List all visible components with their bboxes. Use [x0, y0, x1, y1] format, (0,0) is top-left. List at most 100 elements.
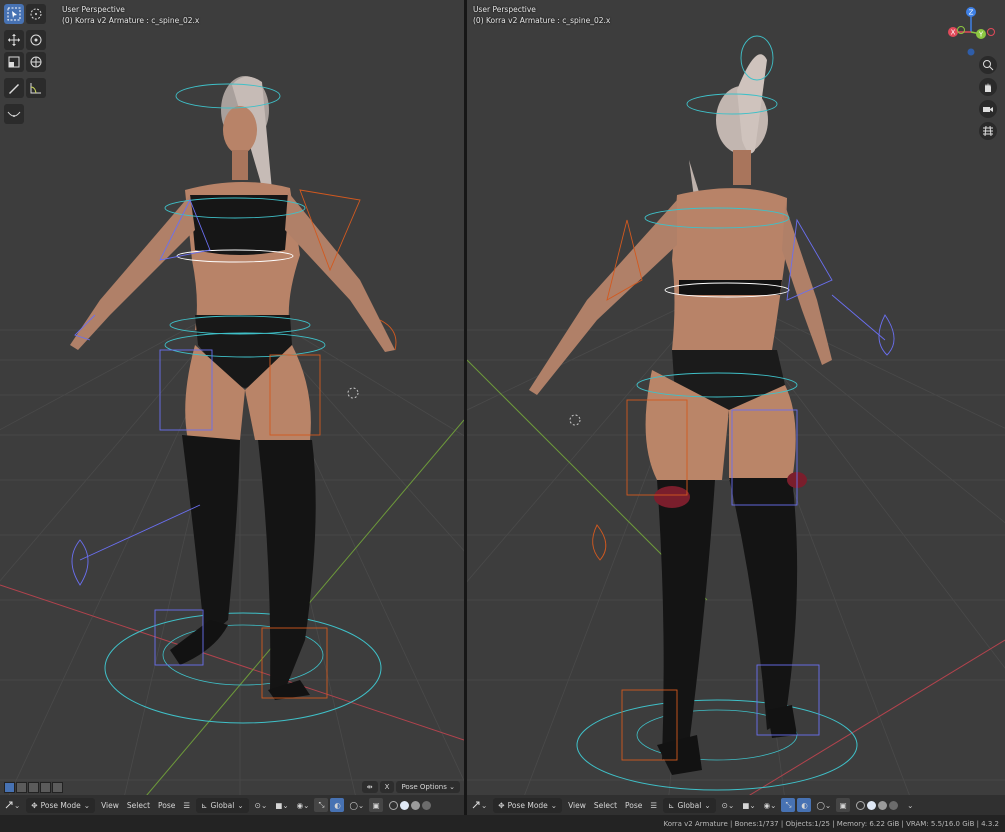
move-tool[interactable]: [4, 30, 24, 50]
chevron-down-icon: ⌄: [550, 800, 558, 810]
chevron-down-icon: ⌄: [237, 800, 244, 810]
camera-icon: [983, 107, 993, 112]
context-label: (0) Korra v2 Armature : c_spine_02.x: [473, 16, 611, 25]
solid-shading-icon[interactable]: [400, 800, 410, 810]
chevron-down-icon: ⌄: [704, 800, 711, 810]
menu-view[interactable]: View: [564, 797, 590, 813]
character-figure-left[interactable]: [70, 76, 395, 700]
scale-icon: [8, 56, 20, 68]
selection-modes[interactable]: [4, 782, 63, 793]
material-shading-icon[interactable]: [878, 800, 888, 810]
viewport-header-left: ⌄ ✥ Pose Mode ⌄ View Select Pose ☰ ⊾ Global…: [0, 795, 464, 815]
snap-icon[interactable]: ■⌄: [271, 797, 292, 813]
navigation-buttons: [979, 56, 999, 144]
viewport-scene-left[interactable]: [0, 0, 464, 815]
hamburger-icon[interactable]: ☰: [646, 797, 661, 813]
editor-type-button[interactable]: ⌄: [467, 797, 491, 813]
editor-type-icon: [472, 801, 480, 809]
tool-shelf: [4, 4, 50, 126]
viewport-left[interactable]: User Perspective (0) Korra v2 Armature :…: [0, 0, 464, 815]
pivot-icon[interactable]: ⊙⌄: [251, 797, 272, 813]
rendered-shading-icon[interactable]: [889, 800, 899, 810]
xray-icon[interactable]: ▣: [836, 798, 851, 812]
orientation-selector[interactable]: ⊾ Global ⌄: [196, 797, 249, 813]
auto-ik-icon[interactable]: ⤡: [314, 798, 329, 812]
menu-pose[interactable]: Pose: [621, 797, 646, 813]
auto-ik-icon[interactable]: ⤡: [781, 798, 796, 812]
shading-options-icon[interactable]: ⌄: [903, 797, 917, 813]
mirror-icon[interactable]: ⇹: [361, 781, 378, 793]
perspective-label: User Perspective: [473, 5, 536, 14]
shading-modes[interactable]: [851, 797, 903, 813]
viewport-gizmo-icon[interactable]: ◐: [797, 798, 812, 812]
status-bar: Korra v2 Armature | Bones:1/737 | Object…: [0, 815, 1005, 832]
pan-button[interactable]: [979, 78, 997, 96]
scale-tool[interactable]: [4, 52, 24, 72]
select-mode-invert[interactable]: [40, 782, 51, 793]
pose-options-label: Pose Options: [401, 783, 447, 791]
snap-icon[interactable]: ■⌄: [738, 797, 759, 813]
mode-selector[interactable]: ✥ Pose Mode ⌄: [26, 797, 96, 813]
pose-options-button[interactable]: Pose Options ⌄: [396, 781, 460, 793]
grid-icon: [983, 125, 993, 137]
proportional-edit-icon[interactable]: ◉⌄: [760, 797, 781, 813]
rendered-shading-icon[interactable]: [422, 800, 432, 810]
editor-type-button[interactable]: ⌄: [0, 797, 24, 813]
select-box-tool[interactable]: [4, 4, 24, 24]
x-mirror-button[interactable]: X: [379, 781, 395, 793]
viewport-scene-right[interactable]: [467, 0, 1005, 815]
perspective-label: User Perspective: [62, 5, 125, 14]
relax-icon: [7, 111, 21, 117]
rotate-icon: [30, 34, 42, 46]
annotate-tool[interactable]: [4, 78, 24, 98]
xray-icon[interactable]: ▣: [369, 798, 384, 812]
rotate-tool[interactable]: [26, 30, 46, 50]
proportional-edit-icon[interactable]: ◉⌄: [293, 797, 314, 813]
select-mode-subtract[interactable]: [28, 782, 39, 793]
gizmo-x-label: X: [951, 29, 956, 37]
hand-icon: [985, 83, 991, 92]
cursor-icon: [30, 8, 42, 20]
menu-view[interactable]: View: [97, 797, 123, 813]
move-icon: [8, 34, 20, 46]
viewport-info-left: User Perspective (0) Korra v2 Armature :…: [62, 4, 199, 26]
viewport-info-right: User Perspective (0) Korra v2 Armature :…: [473, 4, 610, 26]
viewport-header-right: ⌄ ✥ Pose Mode ⌄ View Select Pose ☰ ⊾ Global…: [467, 795, 1005, 815]
character-figure-right[interactable]: [529, 54, 832, 775]
select-mode-intersect[interactable]: [52, 782, 63, 793]
select-box-icon: [7, 7, 21, 21]
cursor-tool[interactable]: [26, 4, 46, 24]
gizmo-neg-x[interactable]: [987, 28, 995, 36]
orientation-label: Global: [210, 800, 235, 810]
perspective-toggle-button[interactable]: [979, 122, 997, 140]
editor-type-icon: [5, 801, 13, 809]
select-mode-set[interactable]: [4, 782, 15, 793]
shading-modes[interactable]: [384, 797, 436, 813]
select-mode-extend[interactable]: [16, 782, 27, 793]
relax-tool[interactable]: [4, 104, 24, 124]
pose-mode-icon: ✥: [31, 800, 38, 810]
pivot-icon[interactable]: ⊙⌄: [718, 797, 739, 813]
viewport-gizmo-icon[interactable]: ◐: [330, 798, 345, 812]
material-shading-icon[interactable]: [411, 800, 421, 810]
chevron-down-icon: ⌄: [83, 800, 91, 810]
camera-view-button[interactable]: [979, 100, 997, 118]
mode-selector[interactable]: ✥ Pose Mode ⌄: [493, 797, 563, 813]
gizmo-neg-z[interactable]: [967, 48, 975, 56]
navigation-gizmo[interactable]: Z X Y: [943, 4, 999, 60]
menu-pose[interactable]: Pose: [154, 797, 179, 813]
transform-tool[interactable]: [26, 52, 46, 72]
viewport-right[interactable]: User Perspective (0) Korra v2 Armature :…: [467, 0, 1005, 815]
context-label: (0) Korra v2 Armature : c_spine_02.x: [62, 16, 200, 25]
menu-select[interactable]: Select: [590, 797, 621, 813]
wireframe-shading-icon[interactable]: [389, 800, 399, 810]
menu-select[interactable]: Select: [123, 797, 154, 813]
overlays-icon[interactable]: ◯⌄: [812, 797, 835, 813]
wireframe-shading-icon[interactable]: [856, 800, 866, 810]
overlays-icon[interactable]: ◯⌄: [345, 797, 368, 813]
orientation-selector[interactable]: ⊾ Global ⌄: [663, 797, 716, 813]
measure-tool[interactable]: [26, 78, 46, 98]
zoom-button[interactable]: [979, 56, 997, 74]
hamburger-icon[interactable]: ☰: [179, 797, 194, 813]
solid-shading-icon[interactable]: [867, 800, 877, 810]
